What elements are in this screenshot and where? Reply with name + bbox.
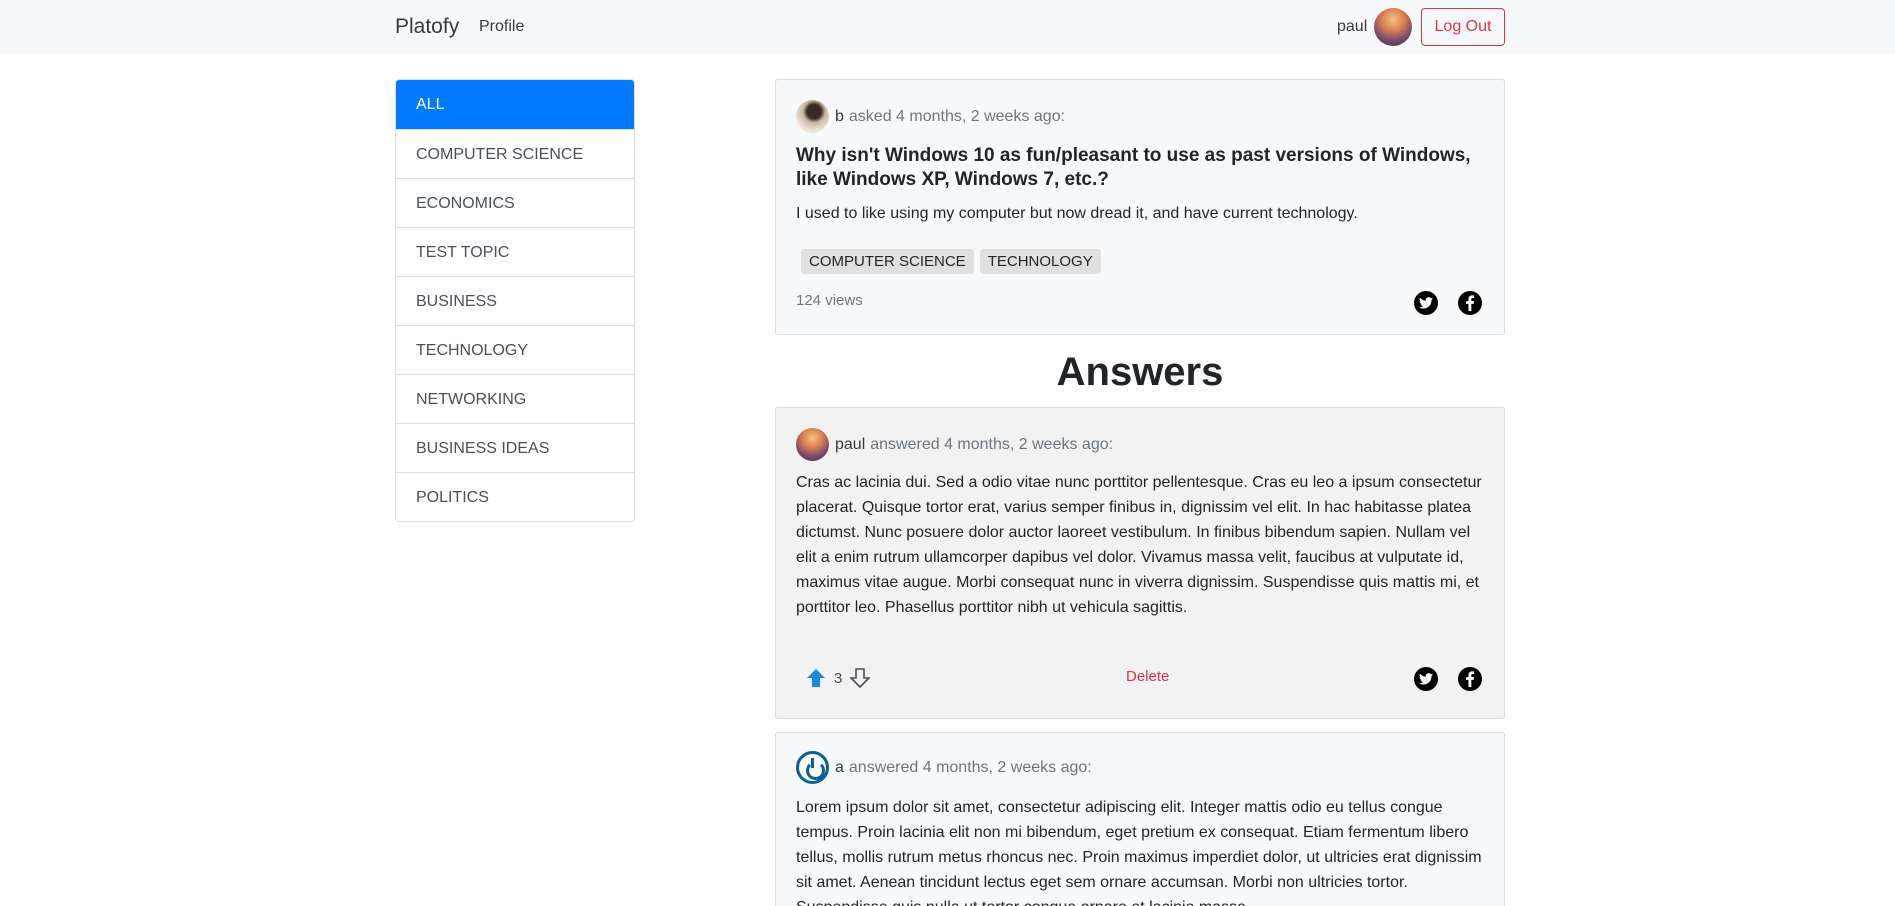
delete-answer-button[interactable]: Delete <box>1126 668 1169 685</box>
question-body: I used to like using my computer but now… <box>796 205 1358 222</box>
question-title: Why isn't Windows 10 as fun/pleasant to … <box>796 145 1471 190</box>
answer-card: a answered 4 months, 2 weeks ago: Lorem … <box>775 732 1505 906</box>
twitter-icon[interactable] <box>1414 291 1438 315</box>
topic-item-networking[interactable]: NETWORKING <box>396 374 634 423</box>
topic-item-computer-science[interactable]: COMPUTER SCIENCE <box>396 129 634 178</box>
brand-link[interactable]: Platofy <box>395 15 459 39</box>
question-meta: b asked 4 months, 2 weeks ago: <box>796 100 1065 133</box>
question-asked-time: asked 4 months, 2 weeks ago: <box>848 107 1066 125</box>
twitter-icon[interactable] <box>1414 667 1438 691</box>
question-author-avatar[interactable] <box>796 100 829 133</box>
question-tags: COMPUTER SCIENCE TECHNOLOGY <box>801 249 1101 274</box>
answer-body: Lorem ipsum dolor sit amet, consectetur … <box>796 799 1482 906</box>
topic-item-economics[interactable]: ECONOMICS <box>396 178 634 227</box>
answer-author-name[interactable]: a <box>835 759 844 777</box>
answer-body: Cras ac lacinia dui. Sed a odio vitae nu… <box>796 474 1482 616</box>
topic-item-all[interactable]: ALL <box>396 80 634 129</box>
question-views: 124 views <box>796 292 863 309</box>
answer-card: paul answered 4 months, 2 weeks ago: Cra… <box>775 407 1505 719</box>
vote-count: 3 <box>834 669 843 687</box>
nav-profile-link[interactable]: Profile <box>479 18 524 36</box>
topic-item-business-ideas[interactable]: BUSINESS IDEAS <box>396 423 634 472</box>
tag-computer-science[interactable]: COMPUTER SCIENCE <box>801 249 974 274</box>
answer-author-name[interactable]: paul <box>835 436 865 454</box>
answer-time: answered 4 months, 2 weeks ago: <box>848 758 1092 776</box>
question-author-name[interactable]: b <box>835 108 844 126</box>
facebook-icon[interactable] <box>1458 667 1482 691</box>
upvote-arrow-icon[interactable] <box>806 668 826 688</box>
downvote-arrow-icon[interactable] <box>850 668 871 688</box>
topic-item-business[interactable]: BUSINESS <box>396 276 634 325</box>
answer-author-avatar[interactable] <box>796 428 829 461</box>
question-share <box>1414 291 1482 315</box>
topic-item-politics[interactable]: POLITICS <box>396 472 634 521</box>
answer-time: answered 4 months, 2 weeks ago: <box>870 435 1114 453</box>
user-avatar[interactable] <box>1374 8 1412 46</box>
answer-author-avatar[interactable] <box>796 751 829 784</box>
nav-username: paul <box>1337 18 1368 35</box>
topic-item-technology[interactable]: TECHNOLOGY <box>396 325 634 374</box>
topic-list: ALL COMPUTER SCIENCE ECONOMICS TEST TOPI… <box>395 79 635 522</box>
answer-meta: paul answered 4 months, 2 weeks ago: <box>796 428 1113 461</box>
logout-button[interactable]: Log Out <box>1421 8 1505 46</box>
tag-technology[interactable]: TECHNOLOGY <box>979 249 1101 274</box>
question-card: b asked 4 months, 2 weeks ago: Why isn't… <box>775 79 1505 335</box>
answer-meta: a answered 4 months, 2 weeks ago: <box>796 751 1092 784</box>
topic-item-test-topic[interactable]: TEST TOPIC <box>396 227 634 276</box>
answer-share <box>1414 667 1482 691</box>
facebook-icon[interactable] <box>1458 291 1482 315</box>
answers-heading: Answers <box>1056 350 1224 394</box>
vote-controls: 3 <box>806 668 871 688</box>
navbar: Platofy Profile paul Log Out <box>0 0 1895 54</box>
